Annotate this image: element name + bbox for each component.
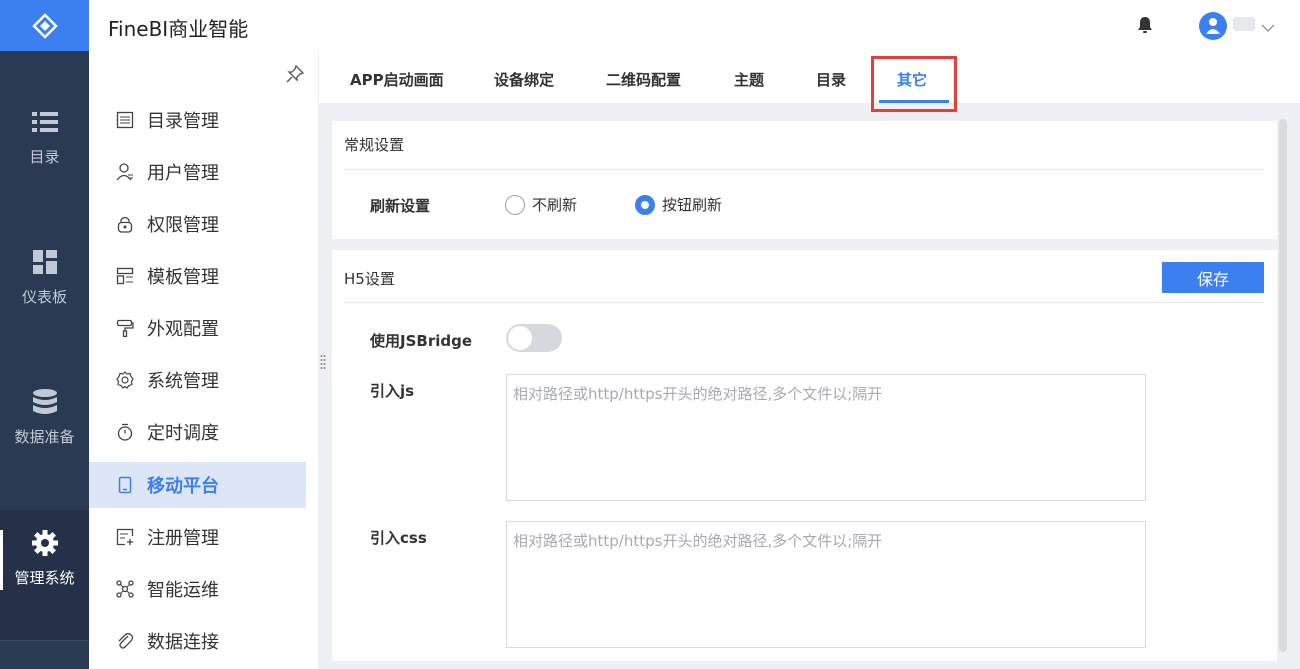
submenu-item-label: 定时调度: [147, 423, 219, 444]
admin-submenu: 目录管理 用户管理 权限管理 模板管理 外观配置 系统管理 定时调度 移动平台 …: [89, 51, 318, 669]
import-css-label: 引入css: [370, 529, 427, 547]
submenu-item-schedule[interactable]: 定时调度: [89, 409, 306, 455]
top-bar: FineBI商业智能: [89, 0, 1300, 51]
refresh-setting-label: 刷新设置: [370, 197, 431, 215]
timer-icon: [114, 421, 136, 443]
tab-highlight-box: [871, 56, 957, 112]
submenu-item-mobile[interactable]: 移动平台: [89, 462, 306, 508]
submenu-item-label: 系统管理: [147, 371, 219, 392]
link-icon: [114, 630, 136, 652]
mobile-icon: [114, 474, 136, 496]
submenu-item-label: 外观配置: [147, 319, 219, 340]
rail-divider: [0, 640, 89, 641]
rail-item-label: 管理系统: [14, 569, 75, 587]
submenu-item-registration[interactable]: 注册管理: [89, 514, 306, 560]
app-title: FineBI商业智能: [108, 17, 249, 41]
rail-item-label: 仪表板: [21, 288, 67, 306]
bell-icon[interactable]: [1137, 16, 1153, 38]
tab-app-splash[interactable]: APP启动画面: [350, 69, 444, 90]
register-icon: [114, 526, 136, 548]
catalog-icon: [114, 109, 136, 131]
tab-catalog[interactable]: 目录: [816, 69, 846, 90]
submenu-item-templates[interactable]: 模板管理: [89, 253, 306, 299]
divider: [344, 302, 1264, 303]
radio-no-refresh[interactable]: 不刷新: [505, 194, 577, 215]
toggle-knob: [508, 326, 532, 350]
submenu-item-smart-ops[interactable]: 智能运维: [89, 566, 306, 612]
rail-item-catalog[interactable]: 目录: [0, 106, 89, 167]
submenu-item-users[interactable]: 用户管理: [89, 149, 306, 195]
pin-icon[interactable]: [286, 64, 305, 87]
submenu-item-label: 智能运维: [147, 580, 219, 601]
submenu-item-appearance[interactable]: 外观配置: [89, 305, 306, 351]
import-js-label: 引入js: [370, 382, 415, 400]
general-settings-card: 常规设置 刷新设置 不刷新 按钮刷新: [332, 121, 1277, 239]
radio-checked-icon: [635, 194, 655, 215]
submenu-item-catalog[interactable]: 目录管理: [89, 97, 306, 143]
finebi-logo-icon: [31, 12, 58, 39]
paint-roller-icon: [114, 317, 136, 339]
dashboard-icon: [32, 246, 58, 278]
submenu-item-data-connection[interactable]: 数据连接: [89, 618, 306, 664]
submenu-item-label: 移动平台: [147, 476, 219, 497]
h5-settings-card: H5设置 保存 使用JSBridge 引入js 引入css: [332, 250, 1277, 661]
submenu-item-label: 目录管理: [147, 111, 219, 132]
general-settings-title: 常规设置: [344, 136, 405, 154]
submenu-item-system[interactable]: 系统管理: [89, 357, 306, 403]
divider: [344, 169, 1264, 170]
radio-label: 按钮刷新: [662, 196, 723, 214]
radio-unchecked-icon: [505, 194, 525, 215]
rail-item-dashboard[interactable]: 仪表板: [0, 246, 89, 307]
tab-theme[interactable]: 主题: [734, 69, 764, 90]
rail-item-admin[interactable]: 管理系统: [0, 527, 89, 588]
rail-item-label: 目录: [29, 148, 60, 166]
h5-settings-title: H5设置: [344, 270, 395, 288]
submenu-item-label: 模板管理: [147, 267, 219, 288]
tab-device-binding[interactable]: 设备绑定: [494, 69, 554, 90]
radio-label: 不刷新: [532, 196, 578, 214]
import-js-input[interactable]: [506, 374, 1146, 501]
import-css-input[interactable]: [506, 521, 1146, 648]
nav-rail: 目录 仪表板 数据准备 管理系统: [0, 0, 89, 669]
submenu-item-permissions[interactable]: 权限管理: [89, 201, 306, 247]
tab-qrcode-config[interactable]: 二维码配置: [606, 69, 681, 90]
resize-grip-icon[interactable]: [320, 354, 326, 372]
submenu-item-label: 用户管理: [147, 163, 219, 184]
database-icon: [32, 386, 58, 418]
gear-icon: [31, 527, 59, 559]
avatar[interactable]: [1199, 12, 1227, 40]
mobile-platform-tabs: APP启动画面 设备绑定 二维码配置 主题 目录 其它: [319, 51, 1300, 112]
rail-item-label: 数据准备: [14, 428, 75, 446]
settings-icon: [114, 369, 136, 391]
chevron-down-icon[interactable]: [1261, 18, 1275, 37]
list-icon: [31, 106, 59, 138]
template-icon: [114, 265, 136, 287]
jsbridge-toggle[interactable]: [506, 324, 562, 352]
jsbridge-label: 使用JSBridge: [370, 332, 473, 350]
submenu-item-label: 权限管理: [147, 215, 219, 236]
submenu-item-label: 数据连接: [147, 632, 219, 653]
radio-button-refresh[interactable]: 按钮刷新: [635, 194, 722, 215]
submenu-item-label: 注册管理: [147, 528, 219, 549]
username-redacted: [1233, 17, 1255, 31]
user-avatar-icon: [1206, 18, 1220, 34]
save-button[interactable]: 保存: [1162, 262, 1264, 293]
content-scrollbar[interactable]: [1279, 119, 1287, 652]
rail-item-data-prep[interactable]: 数据准备: [0, 386, 89, 447]
logo[interactable]: [0, 0, 89, 51]
lock-icon: [114, 213, 136, 235]
user-icon: [114, 161, 136, 183]
network-icon: [114, 578, 136, 600]
